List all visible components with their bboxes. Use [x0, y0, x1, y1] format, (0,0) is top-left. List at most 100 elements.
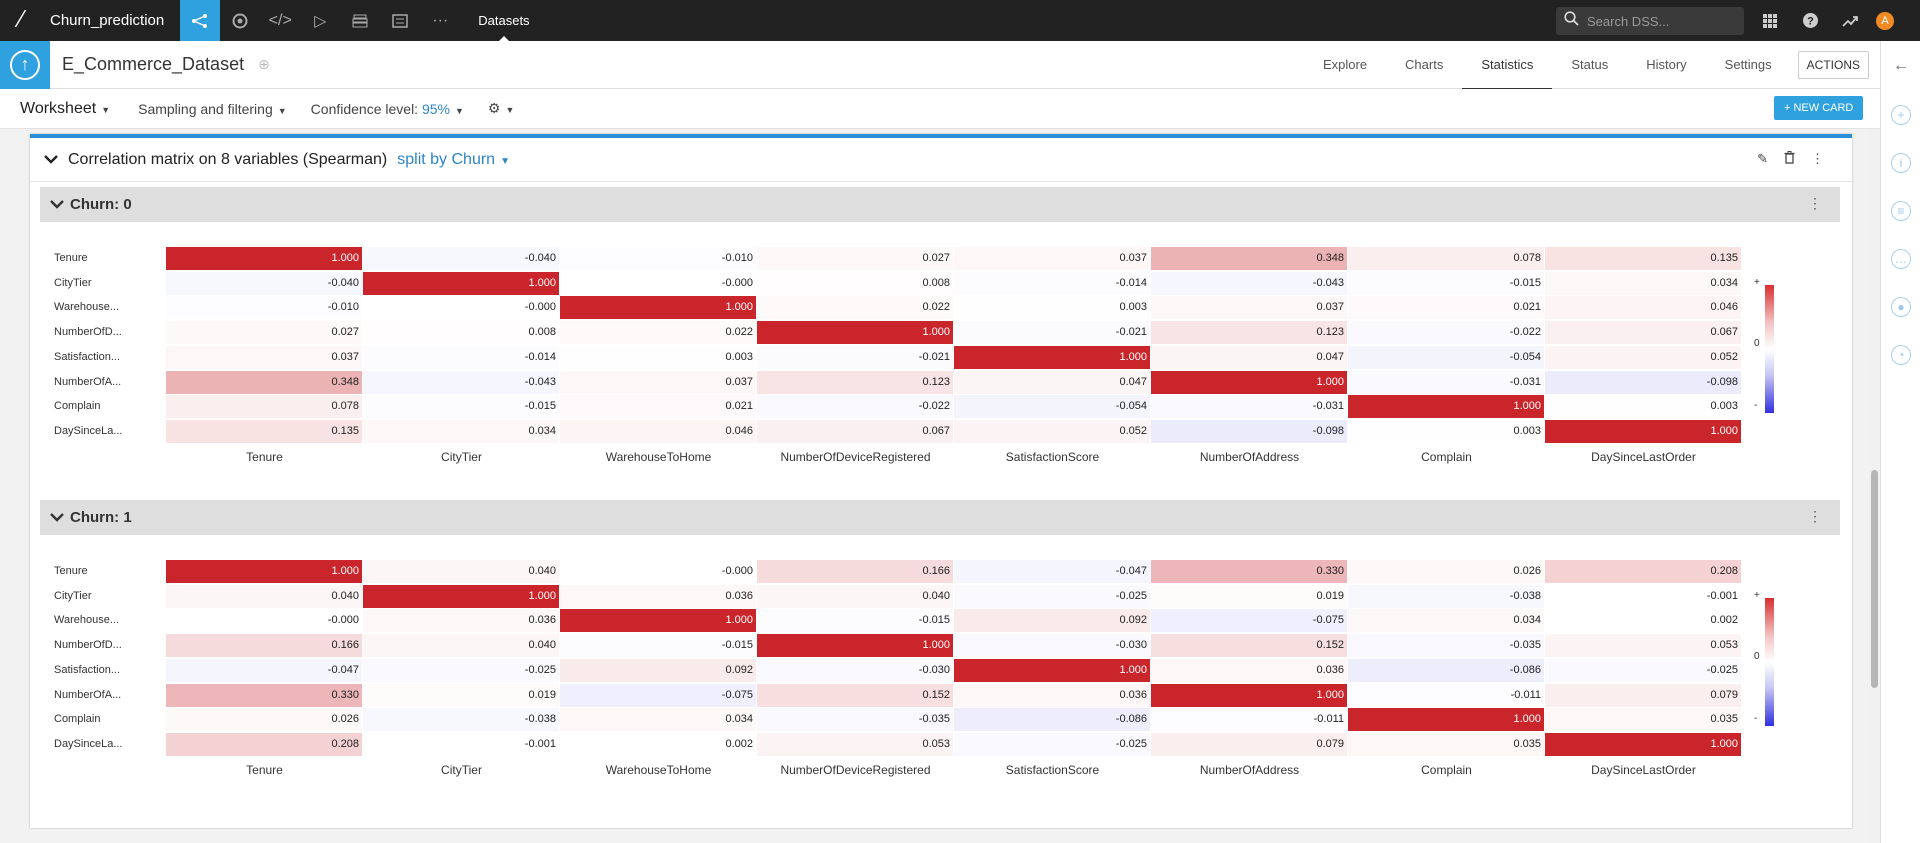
matrix-cell[interactable]: 0.037	[560, 370, 756, 394]
matrix-cell[interactable]: 1.000	[363, 584, 559, 608]
matrix-cell[interactable]: -0.025	[954, 584, 1150, 608]
matrix-cell[interactable]: -0.098	[1151, 419, 1347, 443]
tab-charts[interactable]: Charts	[1386, 41, 1462, 89]
code-icon[interactable]: </>	[260, 0, 300, 41]
split-by-dropdown[interactable]: split by Churn ▼	[397, 151, 510, 169]
matrix-cell[interactable]: 0.035	[1348, 732, 1544, 756]
matrix-cell[interactable]: 0.046	[560, 419, 756, 443]
matrix-cell[interactable]: -0.001	[363, 732, 559, 756]
user-avatar[interactable]: A	[1876, 12, 1894, 30]
matrix-cell[interactable]: 0.166	[757, 560, 953, 583]
matrix-cell[interactable]: -0.035	[1348, 634, 1544, 658]
matrix-cell[interactable]: -0.001	[1545, 584, 1741, 608]
matrix-cell[interactable]: 0.008	[363, 321, 559, 345]
matrix-cell[interactable]: -0.040	[166, 271, 362, 295]
matrix-cell[interactable]: 1.000	[757, 321, 953, 345]
matrix-cell[interactable]: 0.067	[1545, 321, 1741, 345]
matrix-cell[interactable]: 0.078	[166, 395, 362, 419]
worksheet-dropdown[interactable]: Worksheet ▼	[20, 100, 110, 118]
dataset-upload-icon[interactable]: ↑	[0, 40, 50, 89]
matrix-cell[interactable]: 0.022	[560, 321, 756, 345]
tab-statistics[interactable]: Statistics	[1462, 41, 1553, 90]
matrix-cell[interactable]: 0.047	[1151, 345, 1347, 369]
matrix-cell[interactable]: 1.000	[560, 296, 756, 320]
matrix-cell[interactable]: -0.075	[1151, 609, 1347, 633]
matrix-cell[interactable]: 0.208	[1545, 560, 1741, 583]
apps-grid-icon[interactable]	[1754, 0, 1786, 41]
dataset-name[interactable]: E_Commerce_Dataset	[62, 54, 244, 75]
matrix-cell[interactable]: 0.330	[166, 683, 362, 707]
matrix-cell[interactable]: -0.021	[954, 321, 1150, 345]
matrix-cell[interactable]: -0.014	[363, 345, 559, 369]
matrix-cell[interactable]: 0.034	[1545, 271, 1741, 295]
info-icon[interactable]: i	[1891, 153, 1911, 173]
matrix-cell[interactable]: -0.010	[560, 247, 756, 270]
tab-explore[interactable]: Explore	[1304, 41, 1386, 89]
matrix-cell[interactable]: 0.052	[954, 419, 1150, 443]
matrix-cell[interactable]: 0.003	[1545, 395, 1741, 419]
matrix-cell[interactable]: 0.002	[1545, 609, 1741, 633]
matrix-cell[interactable]: -0.011	[1348, 683, 1544, 707]
search-box[interactable]	[1556, 7, 1744, 35]
matrix-cell[interactable]: -0.054	[954, 395, 1150, 419]
settings-gears-dropdown[interactable]: ⚙ ▼	[488, 100, 514, 117]
matrix-cell[interactable]: 0.003	[954, 296, 1150, 320]
matrix-cell[interactable]: -0.000	[560, 560, 756, 583]
matrix-cell[interactable]: 0.348	[166, 370, 362, 394]
lab-icon[interactable]	[220, 0, 260, 41]
matrix-cell[interactable]: 0.092	[954, 609, 1150, 633]
matrix-cell[interactable]: -0.011	[1151, 708, 1347, 732]
run-icon[interactable]: ▷	[300, 0, 340, 41]
matrix-cell[interactable]: 0.008	[757, 271, 953, 295]
matrix-cell[interactable]: -0.025	[363, 658, 559, 682]
matrix-cell[interactable]: 0.047	[954, 370, 1150, 394]
matrix-cell[interactable]: 0.152	[757, 683, 953, 707]
sampling-filtering-dropdown[interactable]: Sampling and filtering ▼	[138, 101, 287, 117]
matrix-cell[interactable]: -0.022	[1348, 321, 1544, 345]
tab-history[interactable]: History	[1627, 41, 1705, 89]
collapse-chevron-icon[interactable]	[44, 151, 58, 169]
matrix-cell[interactable]: -0.038	[1348, 584, 1544, 608]
nav-datasets[interactable]: Datasets	[460, 0, 547, 41]
matrix-cell[interactable]: 0.123	[757, 370, 953, 394]
matrix-cell[interactable]: 1.000	[1348, 708, 1544, 732]
matrix-cell[interactable]: 0.053	[757, 732, 953, 756]
matrix-cell[interactable]: 0.026	[1348, 560, 1544, 583]
deploy-icon[interactable]	[340, 0, 380, 41]
matrix-cell[interactable]: 0.037	[1151, 296, 1347, 320]
matrix-cell[interactable]: 0.027	[166, 321, 362, 345]
more-icon[interactable]: ···	[420, 0, 460, 41]
matrix-cell[interactable]: 1.000	[1545, 419, 1741, 443]
matrix-cell[interactable]: 0.040	[166, 584, 362, 608]
matrix-cell[interactable]: 1.000	[1151, 370, 1347, 394]
matrix-cell[interactable]: 1.000	[954, 658, 1150, 682]
matrix-cell[interactable]: 0.052	[1545, 345, 1741, 369]
matrix-cell[interactable]: -0.031	[1348, 370, 1544, 394]
matrix-cell[interactable]: 0.034	[1348, 609, 1544, 633]
matrix-cell[interactable]: -0.015	[757, 609, 953, 633]
matrix-cell[interactable]: 1.000	[954, 345, 1150, 369]
matrix-cell[interactable]: -0.015	[1348, 271, 1544, 295]
matrix-cell[interactable]: 0.019	[1151, 584, 1347, 608]
matrix-cell[interactable]: 1.000	[166, 560, 362, 583]
matrix-cell[interactable]: 0.067	[757, 419, 953, 443]
timeline-icon[interactable]: ◔	[1891, 345, 1911, 365]
matrix-cell[interactable]: -0.030	[757, 658, 953, 682]
matrix-cell[interactable]: -0.086	[1348, 658, 1544, 682]
matrix-cell[interactable]: -0.015	[560, 634, 756, 658]
matrix-cell[interactable]: -0.014	[954, 271, 1150, 295]
matrix-cell[interactable]: 0.166	[166, 634, 362, 658]
matrix-cell[interactable]: -0.030	[954, 634, 1150, 658]
matrix-cell[interactable]: -0.098	[1545, 370, 1741, 394]
matrix-cell[interactable]: 0.092	[560, 658, 756, 682]
group-menu-icon[interactable]: ⋮	[1808, 508, 1822, 525]
matrix-cell[interactable]: 0.152	[1151, 634, 1347, 658]
help-icon[interactable]: ?	[1794, 0, 1826, 41]
matrix-cell[interactable]: -0.047	[166, 658, 362, 682]
matrix-cell[interactable]: -0.043	[363, 370, 559, 394]
shared-icon[interactable]: ⊕	[258, 56, 270, 73]
matrix-cell[interactable]: -0.047	[954, 560, 1150, 583]
matrix-cell[interactable]: 0.034	[363, 419, 559, 443]
matrix-cell[interactable]: 0.026	[166, 708, 362, 732]
chat-icon[interactable]: …	[1891, 249, 1911, 269]
